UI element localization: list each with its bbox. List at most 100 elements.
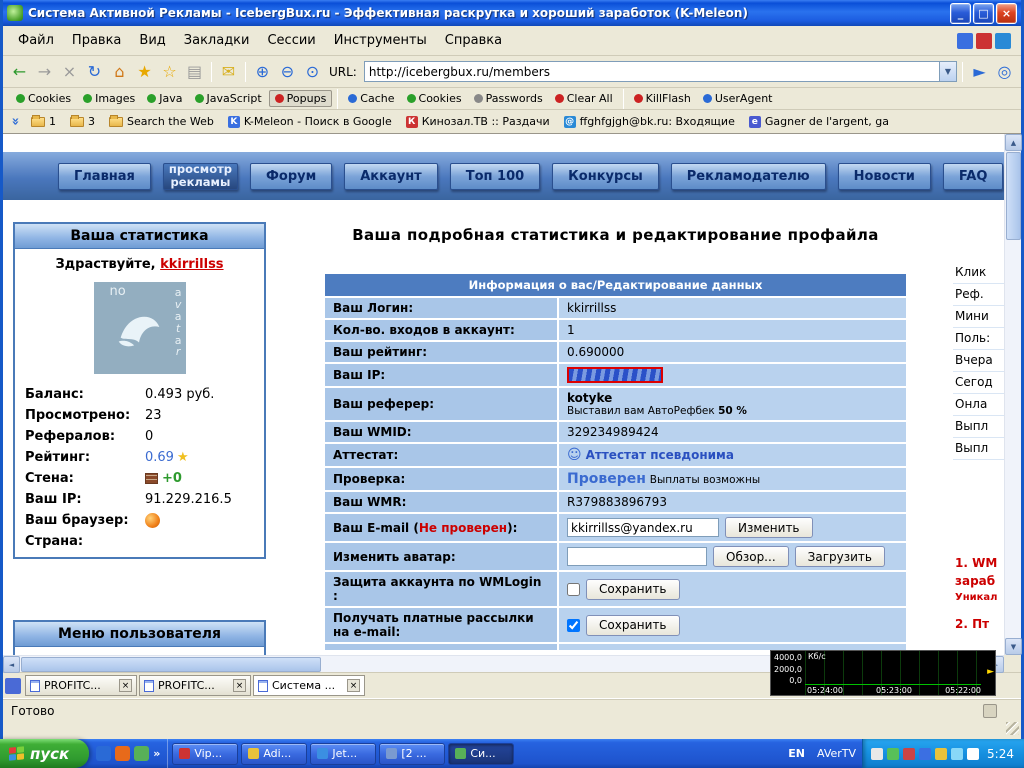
task-jet[interactable]: Jet... (310, 742, 377, 765)
site-tab-contests[interactable]: Конкурсы (552, 162, 659, 190)
site-tab-advertisers[interactable]: Рекламодателю (670, 162, 826, 190)
task-sistema[interactable]: Си... (448, 742, 515, 765)
mail-icon[interactable]: ✉ (217, 60, 240, 83)
avatar-file-input[interactable] (567, 547, 707, 566)
zoom-in-icon[interactable]: ⊕ (251, 60, 274, 83)
site-tab-top100[interactable]: Топ 100 (449, 162, 541, 190)
toggle-cookies[interactable]: Cookies (11, 91, 76, 106)
home-icon[interactable]: ⌂ (108, 60, 131, 83)
zoom-out-icon[interactable]: ⊖ (276, 60, 299, 83)
taskbar-clock[interactable]: 5:24 (987, 747, 1014, 761)
back-icon[interactable]: ← (8, 60, 31, 83)
minimize-button[interactable]: _ (950, 2, 971, 24)
quick-launch-browser-icon[interactable] (96, 746, 112, 761)
menu-view[interactable]: Вид (130, 28, 174, 53)
globe-icon[interactable]: ⊙ (301, 60, 324, 83)
save-wmlogin-button[interactable]: Сохранить (586, 578, 680, 600)
stop-icon[interactable]: × (58, 60, 81, 83)
scroll-up-button[interactable]: ▲ (1005, 134, 1022, 151)
clear-cookies[interactable]: Cookies (402, 91, 467, 106)
change-email-button[interactable]: Изменить (725, 517, 813, 538)
language-indicator[interactable]: EN (782, 747, 811, 760)
task-group[interactable]: [2 ... (379, 742, 446, 765)
email-input[interactable] (567, 518, 719, 537)
volume-icon[interactable] (951, 747, 964, 760)
bookmark-star-icon[interactable]: ★ (133, 60, 156, 83)
wmlogin-checkbox[interactable] (567, 583, 580, 596)
horizontal-scroll-thumb[interactable] (21, 657, 321, 672)
menu-tools[interactable]: Инструменты (325, 28, 436, 53)
site-tab-view-ads[interactable]: просмотр рекламы (162, 162, 238, 190)
site-tab-faq[interactable]: FAQ (942, 162, 1004, 190)
scroll-down-button[interactable]: ▼ (1005, 638, 1022, 655)
quick-launch-media-icon[interactable] (115, 746, 131, 761)
bookmark-bkru-mail[interactable]: @ ffghfgjgh@bk.ru: Входящие (558, 113, 741, 130)
menu-file[interactable]: Файл (9, 28, 63, 53)
site-tab-news[interactable]: Новости (837, 162, 931, 190)
toggle-cache[interactable]: Cache (343, 91, 399, 106)
close-tab-icon[interactable]: × (347, 679, 360, 692)
scroll-left-button[interactable]: ◄ (3, 656, 20, 673)
mail-shortcut-icon[interactable] (957, 32, 973, 49)
tray-icon[interactable] (919, 747, 932, 760)
menu-bookmarks[interactable]: Закладки (175, 28, 259, 53)
bookmark-kmeleon-google[interactable]: K K-Meleon - Поиск в Google (222, 113, 398, 130)
close-tab-icon[interactable]: × (119, 679, 132, 692)
mailing-checkbox[interactable] (567, 619, 580, 632)
toggle-javascript[interactable]: JavaScript (190, 91, 267, 106)
url-input[interactable] (364, 64, 939, 79)
url-dropdown-icon[interactable]: ▼ (939, 62, 956, 81)
site-tab-main[interactable]: Главная (58, 162, 151, 190)
toggle-useragent[interactable]: UserAgent (698, 91, 778, 106)
vertical-scrollbar[interactable]: ▲ ▼ (1004, 134, 1022, 655)
close-button[interactable]: × (996, 2, 1017, 24)
tray-icon[interactable] (871, 747, 884, 760)
forward-icon[interactable]: → (33, 60, 56, 83)
browser-tab-1[interactable]: PROFITC... × (25, 675, 137, 696)
search-icon[interactable]: ◎ (993, 60, 1016, 83)
tab-list-icon[interactable] (5, 677, 21, 694)
attestat-link[interactable]: Аттестат псевдонима (586, 448, 734, 462)
vertical-scroll-thumb[interactable] (1006, 152, 1021, 240)
bookmark-folder-3[interactable]: 3 (64, 113, 101, 130)
site-tab-forum[interactable]: Форум (250, 162, 333, 190)
bookmark-kinozal[interactable]: К Кинозал.ТВ :: Раздачи (400, 113, 556, 130)
close-tab-icon[interactable]: × (233, 679, 246, 692)
toggle-killflash[interactable]: KillFlash (629, 91, 696, 106)
clear-passwords[interactable]: Passwords (469, 91, 548, 106)
menu-help[interactable]: Справка (436, 28, 511, 53)
toggle-java[interactable]: Java (142, 91, 187, 106)
task-adi[interactable]: Adi... (241, 742, 308, 765)
browse-button[interactable]: Обзор... (713, 546, 789, 567)
toggle-images[interactable]: Images (78, 91, 140, 106)
print-icon[interactable]: ▤ (183, 60, 206, 83)
browser-tab-2[interactable]: PROFITC... × (139, 675, 251, 696)
toggle-popups[interactable]: Popups (268, 90, 333, 107)
network-icon[interactable] (967, 747, 980, 760)
tray-icon[interactable] (903, 747, 916, 760)
title-bar[interactable]: Система Активной Рекламы - IcebergBux.ru… (3, 0, 1021, 26)
bookmarks-chevron-icon[interactable]: » (8, 114, 23, 130)
upload-button[interactable]: Загрузить (794, 546, 885, 567)
tray-icon[interactable] (935, 747, 948, 760)
avertv-label[interactable]: AVerTV (811, 747, 862, 760)
tray-icon[interactable] (887, 747, 900, 760)
browser-tab-3[interactable]: Система ... × (253, 675, 365, 696)
clear-all[interactable]: Clear All (550, 91, 618, 106)
add-bookmark-icon[interactable]: ☆ (158, 60, 181, 83)
news-shortcut-icon[interactable] (976, 32, 992, 49)
bookmark-folder-1[interactable]: 1 (25, 113, 62, 130)
task-vip[interactable]: Vip... (172, 742, 239, 765)
menu-edit[interactable]: Правка (63, 28, 130, 53)
go-icon[interactable]: ► (968, 60, 991, 83)
menu-sessions[interactable]: Сессии (258, 28, 324, 53)
reload-icon[interactable]: ↻ (83, 60, 106, 83)
resize-grip-icon[interactable] (1006, 722, 1019, 735)
bookmark-folder-search[interactable]: Search the Web (103, 113, 220, 130)
maximize-button[interactable]: □ (973, 2, 994, 24)
bookmark-gagner[interactable]: e Gagner de l'argent, ga (743, 113, 895, 130)
save-mailing-button[interactable]: Сохранить (586, 614, 680, 636)
quick-launch-kmeleon-icon[interactable] (134, 746, 150, 761)
start-button[interactable]: пуск (0, 739, 90, 768)
username-link[interactable]: kkirrillss (160, 257, 223, 272)
